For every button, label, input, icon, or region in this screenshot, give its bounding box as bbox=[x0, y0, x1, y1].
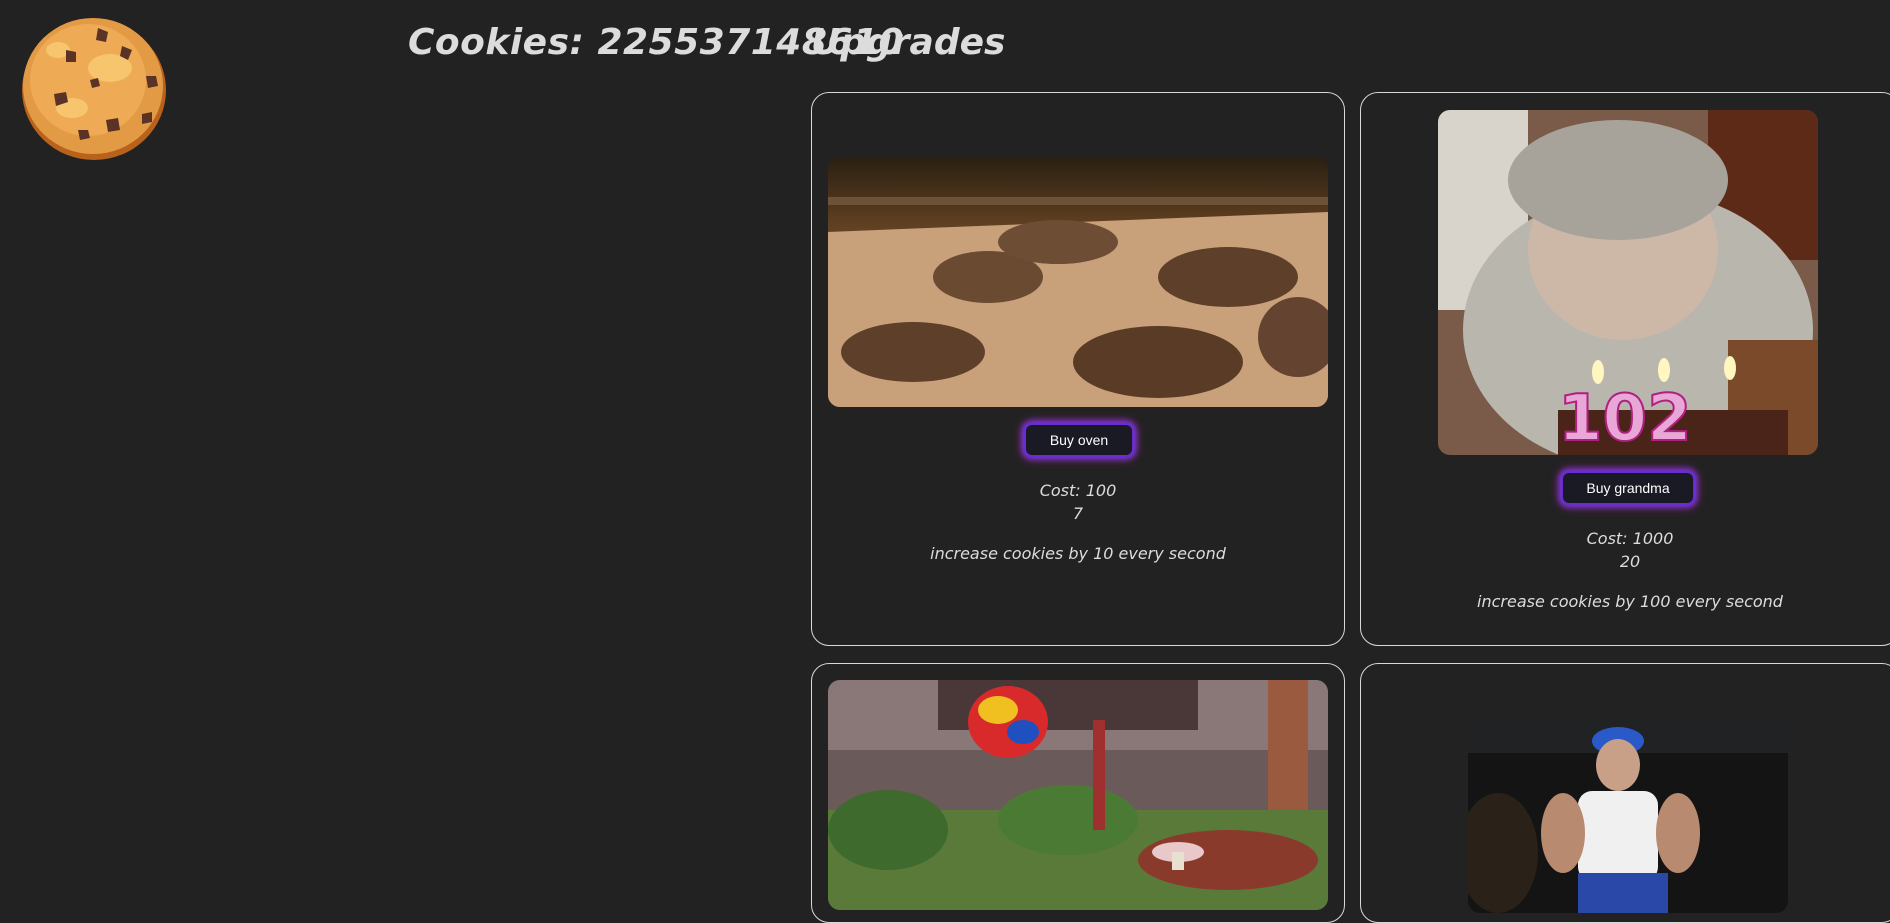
upgrades-heading: Upgrades bbox=[811, 22, 1006, 63]
oven-owned-count: 7 bbox=[1072, 504, 1084, 523]
grandma-cost: Cost: 1000 bbox=[1586, 529, 1674, 548]
upgrade-card-worker bbox=[1360, 663, 1890, 923]
upgrade-card-grandma: 102 Buy grandma Cost: 1000 20 increase c… bbox=[1360, 92, 1890, 646]
svg-text:102: 102 bbox=[1558, 382, 1692, 455]
worker-with-blue-helmet-image bbox=[1468, 713, 1788, 913]
grandma-birthday-candles-image: 102 bbox=[1438, 110, 1818, 455]
buy-grandma-button[interactable]: Buy grandma bbox=[1561, 471, 1695, 505]
cookies-baking-in-oven-image bbox=[828, 157, 1328, 407]
upgrade-card-oven: Buy oven Cost: 100 7 increase cookies by… bbox=[811, 92, 1345, 646]
grandma-description: increase cookies by 100 every second bbox=[1477, 592, 1783, 611]
big-cookie-button[interactable] bbox=[18, 10, 170, 162]
grandma-owned-count: 20 bbox=[1619, 552, 1641, 571]
oven-cost: Cost: 100 bbox=[1039, 481, 1117, 500]
cookie-icon bbox=[22, 18, 166, 160]
upgrade-card-factory bbox=[811, 663, 1345, 923]
candy-factory-garden-image bbox=[828, 680, 1328, 910]
buy-oven-button[interactable]: Buy oven bbox=[1024, 423, 1134, 457]
oven-description: increase cookies by 10 every second bbox=[930, 544, 1226, 563]
cookie-counter-label: Cookies: bbox=[408, 22, 585, 63]
